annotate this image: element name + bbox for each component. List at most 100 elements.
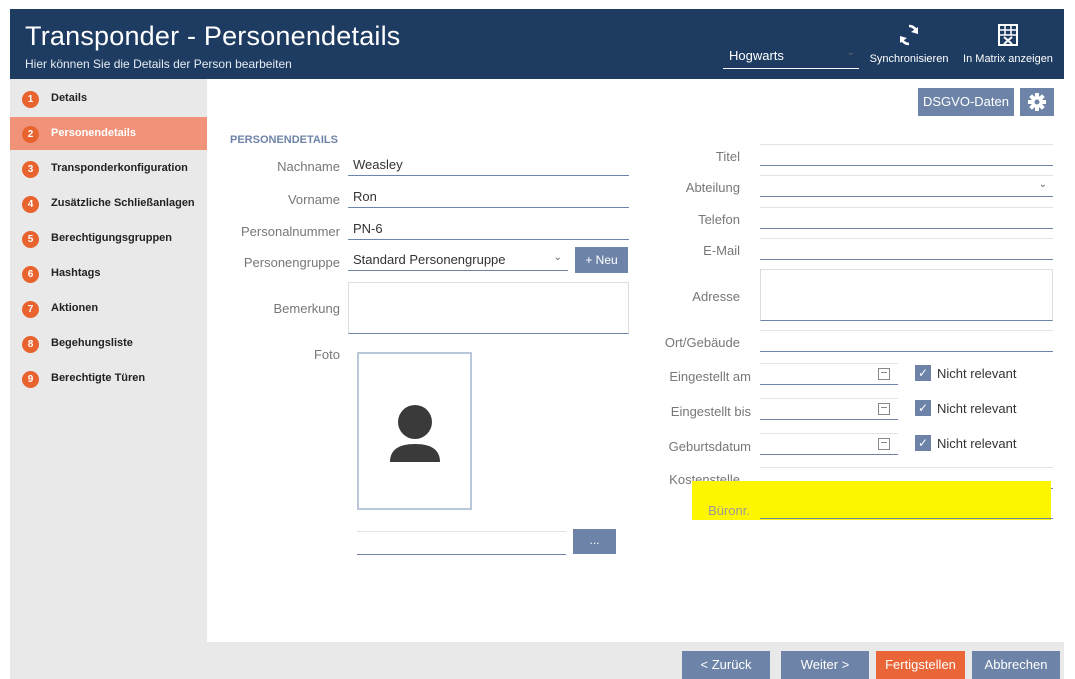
nachname-label: Nachname (277, 159, 340, 174)
sidebar-item-berechtigte-tueren[interactable]: 9 Berechtigte Türen (10, 362, 207, 395)
eingestellt-bis-date[interactable] (760, 398, 898, 420)
titel-field[interactable] (760, 144, 1053, 166)
nicht-relevant-label: Nicht relevant (937, 401, 1017, 416)
calendar-icon[interactable] (878, 403, 890, 415)
telefon-label: Telefon (698, 212, 740, 227)
personengruppe-label: Personengruppe (243, 255, 340, 270)
sidebar-item-details[interactable]: 1 Details (10, 82, 207, 115)
photo-path-field[interactable] (357, 531, 566, 555)
eingestellt-bis-nicht-relevant-checkbox[interactable]: ✓ (915, 400, 931, 416)
abteilung-select[interactable]: ⌄ (760, 175, 1053, 197)
adresse-textarea[interactable] (760, 269, 1053, 321)
sidebar-item-transponderkonfiguration[interactable]: 3 Transponderkonfiguration (10, 152, 207, 185)
section-title: PERSONENDETAILS (230, 134, 338, 146)
step-number: 8 (22, 336, 39, 353)
vorname-field[interactable]: Ron (348, 186, 629, 208)
next-button[interactable]: Weiter > (781, 651, 869, 679)
personalnummer-value: PN-6 (353, 221, 383, 236)
vorname-value: Ron (353, 189, 377, 204)
nachname-value: Weasley (353, 157, 403, 172)
page-title: Transponder - Personendetails (25, 21, 401, 51)
gear-icon (1028, 93, 1046, 111)
sync-icon (900, 24, 918, 46)
matrix-icon (998, 24, 1018, 46)
step-number: 2 (22, 126, 39, 143)
calendar-icon[interactable] (878, 438, 890, 450)
finish-button[interactable]: Fertigstellen (876, 651, 965, 679)
sidebar-item-label: Transponderkonfiguration (51, 162, 188, 174)
sidebar-item-label: Berechtigungsgruppen (51, 232, 173, 244)
sidebar-item-label: Hashtags (51, 267, 101, 279)
new-group-button[interactable]: + Neu (575, 247, 628, 273)
cancel-button[interactable]: Abbrechen (972, 651, 1060, 679)
personengruppe-value: Standard Personengruppe (353, 252, 506, 267)
wizard-sidebar: 1 Details 2 Personendetails 3 Transponde… (10, 79, 215, 679)
geburtsdatum-label: Geburtsdatum (668, 439, 751, 454)
step-number: 6 (22, 266, 39, 283)
sidebar-item-berechtigungsgruppen[interactable]: 5 Berechtigungsgruppen (10, 222, 207, 255)
nicht-relevant-label: Nicht relevant (937, 366, 1017, 381)
titel-label: Titel (715, 149, 740, 164)
eingestellt-am-label: Eingestellt am (669, 369, 751, 384)
sidebar-item-label: Berechtigte Türen (51, 372, 146, 384)
sidebar-item-hashtags[interactable]: 6 Hashtags (10, 257, 207, 290)
main-content: DSGVO-Daten PERSONENDETAILS Nachname Wea… (207, 79, 1064, 642)
sidebar-item-label: Details (51, 92, 88, 104)
geburtsdatum-date[interactable] (760, 433, 898, 455)
app-window: Transponder - Personendetails Hier könne… (10, 9, 1064, 679)
abteilung-label: Abteilung (685, 180, 740, 195)
bemerkung-textarea[interactable] (348, 282, 629, 334)
chevron-down-icon: ⌄ (553, 252, 562, 263)
sidebar-item-personendetails[interactable]: 2 Personendetails (10, 117, 215, 150)
eingestellt-bis-label: Eingestellt bis (670, 404, 751, 419)
vorname-label: Vorname (287, 192, 340, 207)
adresse-label: Adresse (692, 289, 740, 304)
eingestellt-am-nicht-relevant-checkbox[interactable]: ✓ (915, 365, 931, 381)
sync-label: Synchronisieren (869, 53, 949, 65)
bueronr-field[interactable] (760, 497, 1053, 519)
eingestellt-am-date[interactable] (760, 363, 898, 385)
calendar-icon[interactable] (878, 368, 890, 380)
ort-field[interactable] (760, 330, 1053, 352)
nachname-field[interactable]: Weasley (348, 154, 629, 176)
chevron-down-icon: ⌄ (1038, 179, 1047, 190)
step-number: 7 (22, 301, 39, 318)
personalnummer-field[interactable]: PN-6 (348, 218, 629, 240)
site-select[interactable]: Hogwarts ⌄ (723, 47, 859, 69)
step-number: 3 (22, 161, 39, 178)
wizard-footer: < Zurück Weiter > Fertigstellen Abbreche… (10, 642, 1064, 679)
geburtsdatum-nicht-relevant-checkbox[interactable]: ✓ (915, 435, 931, 451)
step-number: 5 (22, 231, 39, 248)
matrix-label: In Matrix anzeigen (963, 53, 1053, 65)
sidebar-item-label: Begehungsliste (51, 337, 133, 349)
person-placeholder-icon (390, 405, 440, 462)
bemerkung-label: Bemerkung (273, 301, 340, 316)
show-in-matrix-button[interactable]: In Matrix anzeigen (960, 23, 1056, 65)
chevron-down-icon: ⌄ (846, 47, 855, 58)
email-field[interactable] (760, 238, 1053, 260)
site-select-value: Hogwarts (729, 48, 784, 63)
settings-button[interactable] (1020, 88, 1054, 116)
dsgvo-data-button[interactable]: DSGVO-Daten (918, 88, 1014, 116)
sidebar-item-aktionen[interactable]: 7 Aktionen (10, 292, 207, 325)
sidebar-item-begehungsliste[interactable]: 8 Begehungsliste (10, 327, 207, 360)
ort-label: Ort/Gebäude (664, 335, 740, 350)
sidebar-item-label: Aktionen (51, 302, 99, 314)
step-number: 4 (22, 196, 39, 213)
email-label: E-Mail (703, 243, 740, 258)
personengruppe-select[interactable]: Standard Personengruppe ⌄ (348, 249, 568, 271)
sidebar-item-label: Zusätzliche Schließanlagen (51, 197, 195, 209)
browse-photo-button[interactable]: ... (573, 529, 616, 554)
foto-label: Foto (313, 347, 340, 362)
sync-button[interactable]: Synchronisieren (868, 23, 950, 65)
sidebar-item-zusaetzliche-schliessanlagen[interactable]: 4 Zusätzliche Schließanlagen (10, 187, 207, 220)
nicht-relevant-label: Nicht relevant (937, 436, 1017, 451)
back-button[interactable]: < Zurück (682, 651, 770, 679)
page-subtitle: Hier können Sie die Details der Person b… (25, 57, 292, 71)
step-number: 1 (22, 91, 39, 108)
step-number: 9 (22, 371, 39, 388)
bueronr-label: Büronr. (708, 503, 750, 518)
telefon-field[interactable] (760, 207, 1053, 229)
photo-frame[interactable] (357, 352, 472, 510)
sidebar-item-label: Personendetails (51, 127, 136, 139)
